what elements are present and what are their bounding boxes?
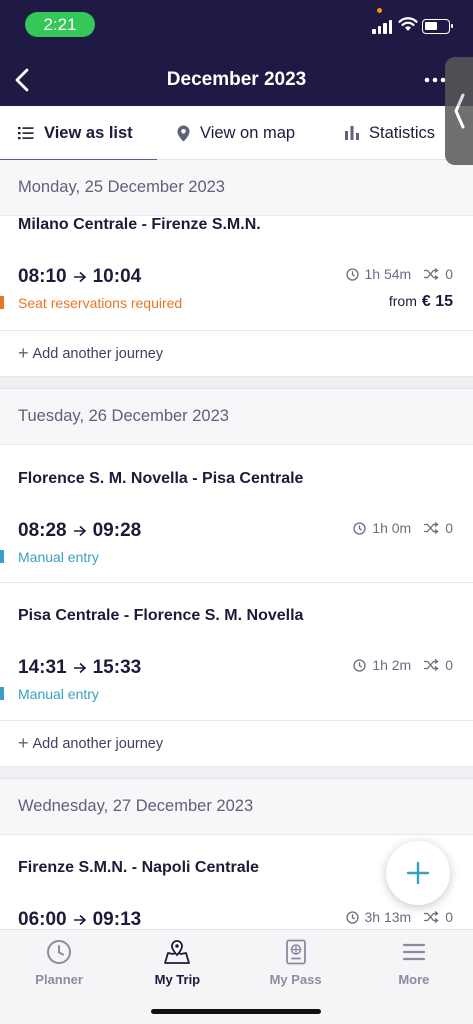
tab-label: View as list xyxy=(44,123,133,142)
add-journey-button[interactable]: + Add another journey xyxy=(0,331,473,377)
arrow-right-icon xyxy=(73,271,87,283)
price-value: € 15 xyxy=(421,293,453,310)
home-indicator xyxy=(151,1009,321,1014)
journey-times: 14:31 15:33 xyxy=(18,657,141,679)
journey-route: Milano Centrale - Firenze S.M.N. xyxy=(18,216,261,233)
tab-label: View on map xyxy=(200,123,296,142)
duration: 1h 54m xyxy=(364,266,412,282)
journey-card[interactable]: Florence S. M. Novella - Pisa Centrale 0… xyxy=(0,445,473,583)
signal-icon xyxy=(372,20,392,34)
add-journey-label: Add another journey xyxy=(32,345,164,362)
arrive-time: 10:04 xyxy=(92,266,142,287)
arrow-right-icon xyxy=(73,914,87,926)
journey-meta: 1h 54m 0 xyxy=(345,266,453,282)
add-journey-label: Add another journey xyxy=(32,735,164,752)
add-journey-fab[interactable] xyxy=(386,841,450,905)
clock-icon xyxy=(353,658,366,672)
changes-count: 0 xyxy=(445,520,453,536)
depart-time: 08:10 xyxy=(18,266,67,287)
journey-meta: 1h 0m 0 xyxy=(353,520,453,536)
tab-view-as-list[interactable]: View as list xyxy=(0,106,157,161)
day-header: Wednesday, 27 December 2023 xyxy=(0,779,473,835)
status-bar-marker xyxy=(0,687,4,700)
arrive-time: 09:13 xyxy=(92,909,142,929)
section-divider xyxy=(0,377,473,389)
clock-icon xyxy=(345,267,359,281)
duration: 3h 13m xyxy=(364,909,412,925)
status-bar-marker xyxy=(0,296,4,309)
section-divider xyxy=(0,767,473,779)
changes-count: 0 xyxy=(445,657,453,673)
journey-times: 08:10 10:04 xyxy=(18,266,141,288)
view-tabs: View as list View on map Statistics xyxy=(0,106,473,161)
status-bar-marker xyxy=(0,550,4,563)
arrow-right-icon xyxy=(73,662,87,674)
list-icon xyxy=(18,126,34,140)
add-journey-button[interactable]: + Add another journey xyxy=(0,721,473,767)
nav-label: My Trip xyxy=(154,972,201,987)
clock-icon xyxy=(345,910,359,924)
plus-icon xyxy=(406,861,430,885)
nav-label: More xyxy=(398,972,430,987)
status-time: 2:21 xyxy=(25,12,95,37)
page-title: December 2023 xyxy=(166,69,307,90)
manual-entry-note: Manual entry xyxy=(18,549,99,565)
app-header: 2:21 December 2023 xyxy=(0,0,473,106)
duration: 1h 0m xyxy=(372,520,412,536)
transfer-icon xyxy=(423,911,439,923)
journey-meta: 3h 13m 0 xyxy=(345,909,453,925)
journey-card[interactable]: Pisa Centrale - Florence S. M. Novella 1… xyxy=(0,583,473,721)
trip-map-icon xyxy=(163,938,191,966)
chevron-left-icon xyxy=(454,93,465,129)
changes-count: 0 xyxy=(445,909,453,925)
transfer-icon xyxy=(423,659,439,671)
journey-route: Florence S. M. Novella - Pisa Centrale xyxy=(18,470,304,487)
nav-label: Planner xyxy=(35,972,83,987)
duration: 1h 2m xyxy=(372,657,412,673)
plus-icon: + xyxy=(18,733,29,753)
changes-count: 0 xyxy=(445,266,453,282)
passport-icon xyxy=(285,938,307,966)
transfer-icon xyxy=(423,522,439,534)
journey-route: Firenze S.M.N. - Napoli Centrale xyxy=(18,859,259,876)
clock-icon xyxy=(46,938,72,966)
bar-chart-icon xyxy=(345,126,359,140)
journey-route: Pisa Centrale - Florence S. M. Novella xyxy=(18,607,304,624)
arrive-time: 15:33 xyxy=(92,657,142,678)
tab-view-on-map[interactable]: View on map xyxy=(157,106,317,160)
arrow-right-icon xyxy=(73,525,87,537)
journey-times: 06:00 09:13 xyxy=(18,909,141,929)
seat-reservation-note: Seat reservations required xyxy=(18,295,183,311)
tab-label: Statistics xyxy=(369,123,436,142)
transfer-icon xyxy=(423,268,439,280)
journey-meta: 1h 2m 0 xyxy=(353,657,453,673)
price: from € 15 xyxy=(389,293,453,311)
menu-icon xyxy=(402,938,426,966)
manual-entry-note: Manual entry xyxy=(18,686,99,702)
depart-time: 06:00 xyxy=(18,909,67,929)
map-pin-icon xyxy=(177,125,190,142)
nav-planner[interactable]: Planner xyxy=(0,930,118,1024)
wifi-icon xyxy=(398,17,418,31)
depart-time: 14:31 xyxy=(18,657,67,678)
nav-label: My Pass xyxy=(269,972,322,987)
arrive-time: 09:28 xyxy=(92,520,142,541)
journey-list: Monday, 25 December 2023 Milano Centrale… xyxy=(0,160,473,929)
day-header: Tuesday, 26 December 2023 xyxy=(0,389,473,445)
price-prefix: from xyxy=(388,293,417,309)
privacy-indicator xyxy=(377,8,382,13)
battery-icon xyxy=(422,19,453,34)
journey-times: 08:28 09:28 xyxy=(18,520,141,542)
depart-time: 08:28 xyxy=(18,520,67,541)
more-options-icon[interactable] xyxy=(424,70,446,90)
plus-icon: + xyxy=(18,343,29,363)
side-panel-handle[interactable] xyxy=(445,57,473,165)
journey-card[interactable]: Milano Centrale - Firenze S.M.N. 08:10 1… xyxy=(0,216,473,331)
day-header: Monday, 25 December 2023 xyxy=(0,160,473,216)
nav-more[interactable]: More xyxy=(355,930,473,1024)
clock-icon xyxy=(353,521,366,535)
